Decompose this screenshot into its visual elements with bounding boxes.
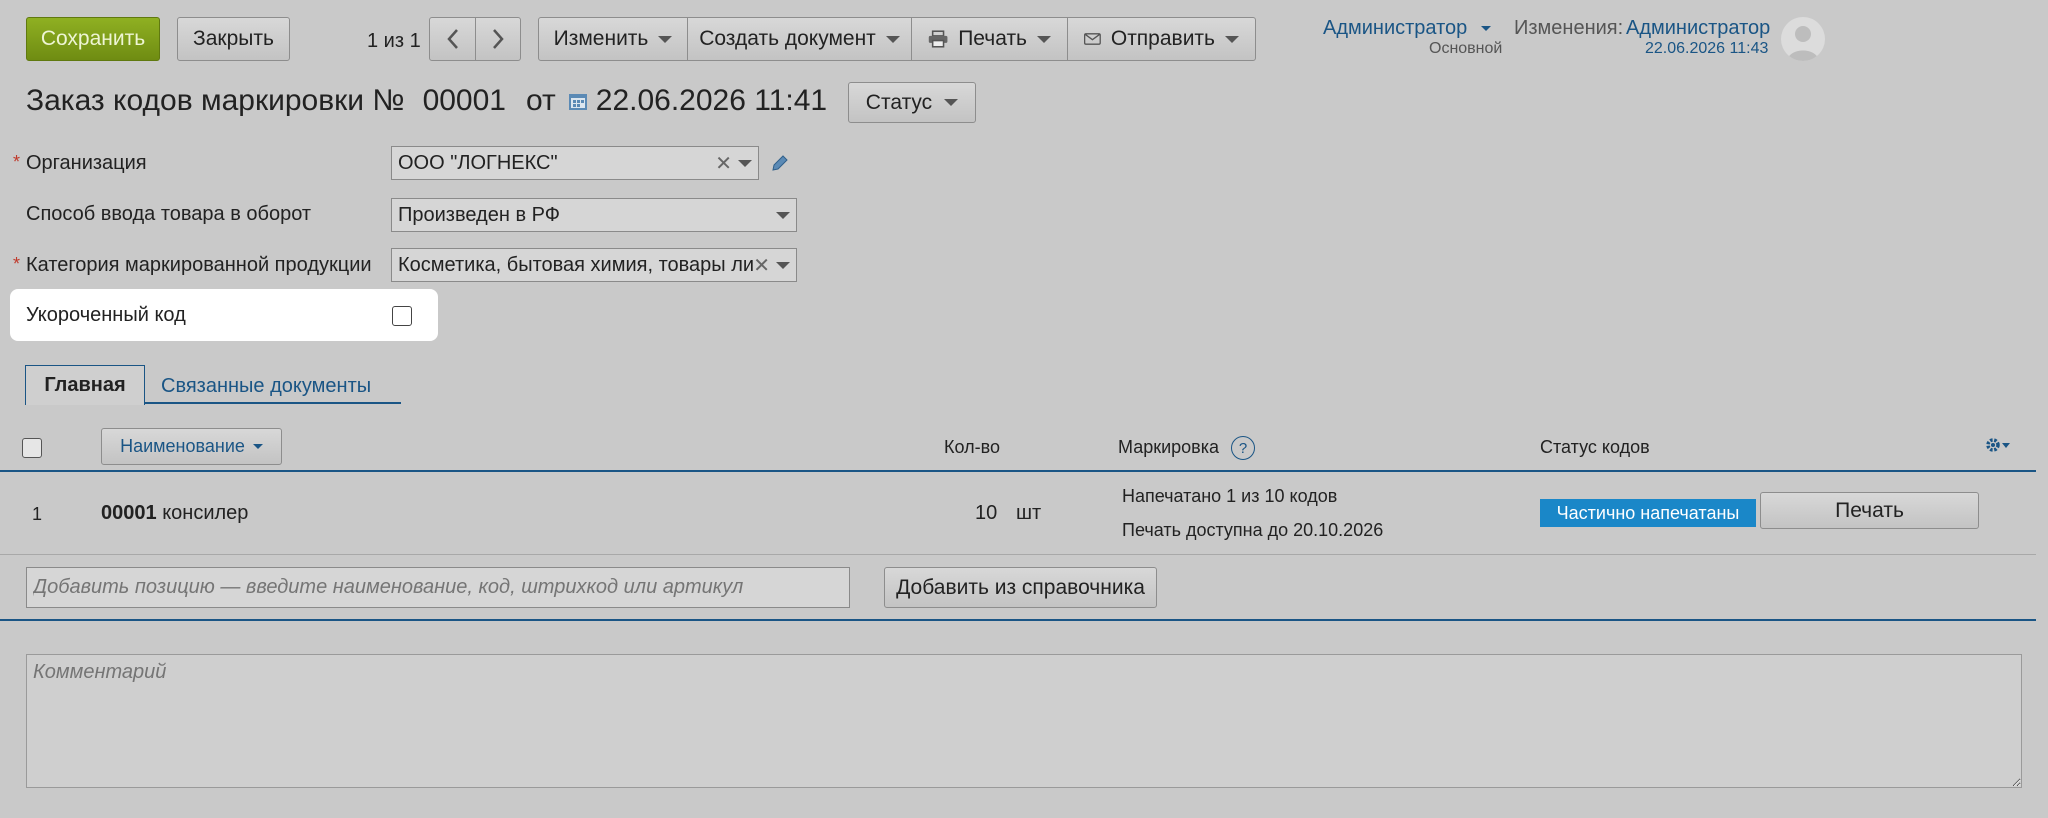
- create-document-menu-button[interactable]: Создать документ: [687, 18, 911, 60]
- comment-textarea[interactable]: [26, 654, 2022, 788]
- chevron-down-icon: [885, 35, 900, 43]
- category-value: Косметика, бытовая химия, товары личной …: [398, 253, 754, 276]
- calendar-icon[interactable]: [568, 91, 588, 111]
- status-button[interactable]: Статус: [848, 82, 976, 123]
- user-name: Администратор: [1323, 17, 1468, 39]
- chevron-down-icon: [944, 99, 959, 106]
- short-code-checkbox[interactable]: [392, 306, 412, 326]
- tab-underline: [145, 402, 401, 404]
- from-label: от: [526, 84, 556, 117]
- qty-column-header: Кол-во: [944, 437, 1000, 457]
- user-avatar-icon: [1787, 26, 1819, 61]
- chevron-down-icon: [1480, 26, 1491, 32]
- add-position-input[interactable]: [26, 567, 850, 608]
- row-print-button[interactable]: Печать: [1760, 492, 1979, 529]
- clear-icon[interactable]: ✕: [715, 151, 732, 176]
- user-menu[interactable]: Администратор: [1323, 17, 1491, 40]
- close-button[interactable]: Закрыть: [177, 17, 290, 61]
- category-label: Категория маркированной продукции: [26, 254, 372, 276]
- marking-column-header: Маркировка: [1118, 437, 1220, 457]
- entry-method-value: Произведен в РФ: [398, 203, 560, 226]
- select-all-checkbox[interactable]: [22, 438, 42, 458]
- page-title-text: Заказ кодов маркировки №: [26, 84, 405, 117]
- add-from-catalog-button[interactable]: Добавить из справочника: [884, 567, 1157, 608]
- send-label: Отправить: [1110, 27, 1215, 50]
- create-document-label: Создать документ: [699, 27, 876, 50]
- row-product-name: консилер: [162, 502, 249, 524]
- row-qty[interactable]: 10: [975, 502, 997, 525]
- pager: [429, 17, 521, 61]
- status-label: Статус: [865, 90, 933, 114]
- row-name[interactable]: 00001 консилер: [101, 502, 248, 525]
- tab-related-documents[interactable]: Связанные документы: [161, 375, 371, 398]
- row-divider: [0, 554, 2036, 555]
- chevron-left-icon: [446, 29, 458, 49]
- record-counter: 1 из 1: [367, 30, 421, 52]
- section-divider: [0, 619, 2036, 621]
- row-code: 00001: [101, 502, 157, 524]
- short-code-label: Укороченный код: [26, 304, 186, 326]
- row-unit: шт: [1016, 502, 1042, 524]
- status-badge: Частично напечатаны: [1540, 499, 1756, 527]
- printer-icon: [928, 30, 948, 48]
- table-row[interactable]: 1 00001 консилер 10 шт Напечатано 1 из 1…: [0, 472, 2036, 555]
- status-column-header: Статус кодов: [1540, 437, 1650, 457]
- chevron-down-icon: [1225, 35, 1239, 43]
- changes-time: 22.06.2026 11:43: [1645, 40, 1769, 57]
- entry-method-label: Способ ввода товара в оборот: [26, 203, 312, 225]
- row-marking-deadline: Печать доступна до 20.10.2026: [1122, 520, 1384, 540]
- print-menu-button[interactable]: Печать: [911, 18, 1067, 60]
- send-menu-button[interactable]: Отправить: [1067, 18, 1255, 60]
- chevron-down-icon: [658, 35, 673, 43]
- page-title: Заказ кодов маркировки № 00001 от 22.06.…: [26, 84, 827, 118]
- organization-select[interactable]: ООО "ЛОГНЕКС" ✕: [391, 146, 759, 180]
- name-column-label: Наименование: [120, 436, 245, 456]
- chevron-down-icon[interactable]: [738, 159, 752, 167]
- clear-icon[interactable]: ✕: [753, 253, 770, 278]
- entry-method-select[interactable]: Произведен в РФ: [391, 198, 797, 232]
- document-date[interactable]: 22.06.2026 11:41: [596, 84, 827, 118]
- name-column-sort-button[interactable]: Наименование: [101, 428, 282, 465]
- envelope-icon: [1084, 33, 1101, 45]
- row-marking-printed: Напечатано 1 из 10 кодов: [1122, 486, 1338, 506]
- save-button[interactable]: Сохранить: [26, 17, 160, 61]
- organization-label: Организация: [26, 152, 147, 174]
- user-role: Основной: [1429, 40, 1503, 57]
- chevron-down-icon: [1037, 35, 1051, 43]
- column-settings-gear-icon[interactable]: [1985, 437, 2015, 457]
- chevron-down-icon: [252, 444, 263, 449]
- help-icon[interactable]: ?: [1231, 436, 1255, 460]
- row-index: 1: [32, 504, 43, 524]
- prev-button[interactable]: [430, 18, 475, 60]
- changes-user-link[interactable]: Администратор: [1626, 17, 1770, 40]
- required-marker: *: [13, 152, 21, 172]
- change-menu-button[interactable]: Изменить: [539, 18, 687, 60]
- tab-main[interactable]: Главная: [25, 365, 145, 405]
- organization-value: ООО "ЛОГНЕКС": [398, 151, 558, 174]
- change-label: Изменить: [553, 27, 649, 50]
- category-select[interactable]: Косметика, бытовая химия, товары личной …: [391, 248, 797, 282]
- pencil-icon[interactable]: [770, 153, 790, 173]
- print-label: Печать: [958, 27, 1027, 50]
- required-marker: *: [13, 254, 21, 274]
- next-button[interactable]: [475, 18, 520, 60]
- changes-label: Изменения:: [1514, 17, 1624, 39]
- chevron-right-icon: [493, 29, 504, 49]
- document-number[interactable]: 00001: [423, 84, 506, 118]
- actions-toolbar: Изменить Создать документ Печать Отправи…: [538, 17, 1256, 61]
- avatar[interactable]: [1781, 17, 1825, 61]
- chevron-down-icon[interactable]: [776, 261, 790, 269]
- chevron-down-icon[interactable]: [776, 211, 790, 219]
